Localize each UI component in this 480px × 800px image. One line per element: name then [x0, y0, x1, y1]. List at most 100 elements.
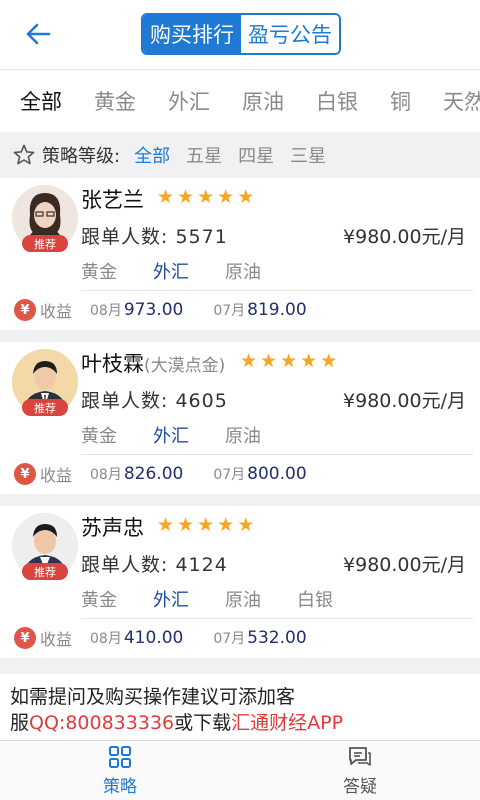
category-label: 外汇: [153, 262, 189, 283]
back-button[interactable]: [18, 16, 58, 52]
star-icon: ★: [217, 186, 235, 208]
strategist-card[interactable]: 推荐 张艺兰 ★ ★ ★ ★ ★ 跟单人数: 5571 ¥980.00元/月 黄金 外汇…: [0, 178, 480, 330]
profit-value: 973.00: [123, 300, 184, 320]
filter-option-three-star[interactable]: 三星: [290, 142, 326, 168]
grid-icon: [109, 745, 131, 768]
rating-stars: ★ ★ ★ ★ ★: [157, 186, 254, 208]
recommend-badge: 推荐: [22, 563, 68, 580]
star-icon: ★: [280, 350, 298, 372]
profit-month: 08月: [90, 303, 122, 319]
divider: [81, 618, 473, 619]
card-separator: [0, 330, 480, 342]
recommend-badge: 推荐: [22, 235, 68, 252]
contact-note: 如需提问及购买操作建议可添加客 服QQ:800833336或下载汇通财经APP: [10, 684, 470, 736]
category-tab-forex[interactable]: 外汇: [168, 86, 210, 116]
strategist-alias: (大漠点金): [144, 356, 226, 376]
tab-purchase-ranking[interactable]: 购买排行: [143, 15, 241, 53]
recommend-badge: 推荐: [22, 399, 68, 416]
profit-label: 收益: [40, 302, 73, 321]
arrow-left-icon: [26, 23, 51, 45]
profit-value: 532.00: [247, 628, 307, 648]
star-icon: ★: [300, 350, 318, 372]
star-icon: ★: [157, 514, 175, 536]
strategist-name: 张艺兰: [81, 188, 144, 212]
chat-icon: [349, 746, 371, 766]
bottom-nav: 策略 答疑: [0, 740, 480, 800]
follower-count: 跟单人数: 5571: [81, 226, 228, 248]
divider: [81, 290, 473, 291]
star-icon: ★: [177, 186, 195, 208]
subscription-price: ¥980.00元/月: [343, 226, 466, 248]
star-icon: ★: [260, 350, 278, 372]
rating-stars: ★ ★ ★ ★ ★: [240, 350, 337, 372]
filter-option-five-star[interactable]: 五星: [186, 142, 222, 168]
star-outline-icon: [13, 144, 35, 165]
card-separator: [0, 658, 480, 674]
category-label: 黄金: [81, 426, 117, 447]
strategist-name: 叶枝霖(大漠点金): [81, 352, 226, 376]
profit-row: ¥ 收益 08月 826.00 07月 800.00: [14, 462, 474, 486]
profit-month: 08月: [90, 631, 122, 647]
profit-value: 800.00: [247, 464, 307, 484]
money-bag-icon: ¥: [14, 463, 36, 485]
star-icon: ★: [237, 186, 255, 208]
star-icon: ★: [217, 514, 235, 536]
nav-label: 策略: [103, 776, 137, 797]
category-tab-crude-oil[interactable]: 原油: [242, 86, 284, 116]
subscription-price: ¥980.00元/月: [343, 390, 466, 412]
category-tabs: 全部 黄金 外汇 原油 白银 铜 天然: [0, 70, 480, 132]
app-link[interactable]: 汇通财经APP: [231, 712, 343, 734]
money-bag-icon: ¥: [14, 299, 36, 321]
profit-value: 819.00: [247, 300, 307, 320]
filter-label: 策略等级:: [42, 146, 121, 167]
strategist-name: 苏声忠: [81, 516, 144, 540]
category-tab-all[interactable]: 全部: [20, 86, 62, 116]
star-icon: ★: [157, 186, 175, 208]
subscription-price: ¥980.00元/月: [343, 554, 466, 576]
star-icon: ★: [177, 514, 195, 536]
profit-value: 826.00: [123, 464, 184, 484]
nav-label: 答疑: [343, 776, 377, 797]
strategist-card[interactable]: 推荐 叶枝霖(大漠点金) ★ ★ ★ ★ ★ 跟单人数: 4605 ¥980.00元/月…: [0, 342, 480, 494]
category-label: 原油: [225, 590, 261, 611]
star-icon: ★: [237, 514, 255, 536]
qq-link[interactable]: QQ:800833336: [29, 712, 174, 734]
follower-count: 跟单人数: 4605: [81, 390, 228, 412]
category-tab-copper[interactable]: 铜: [390, 86, 411, 116]
profit-month: 08月: [90, 467, 122, 483]
profit-month: 07月: [213, 303, 246, 319]
category-tab-silver[interactable]: 白银: [316, 86, 358, 116]
category-label: 原油: [225, 426, 261, 447]
category-label: 外汇: [153, 590, 189, 611]
filter-option-four-star[interactable]: 四星: [238, 142, 274, 168]
star-icon: ★: [240, 350, 258, 372]
category-tab-gold[interactable]: 黄金: [94, 86, 136, 116]
strategy-level-filter: 策略等级: 全部 五星 四星 三星: [0, 132, 480, 178]
top-header: 购买排行 盈亏公告: [0, 0, 480, 70]
nav-qa[interactable]: 答疑: [240, 741, 480, 800]
tab-profit-loss-notice[interactable]: 盈亏公告: [241, 15, 339, 53]
nav-strategy[interactable]: 策略: [0, 741, 240, 800]
strategy-categories: 黄金 外汇 原油: [81, 258, 297, 284]
star-icon: ★: [197, 186, 215, 208]
category-label: 黄金: [81, 262, 117, 283]
money-bag-icon: ¥: [14, 627, 36, 649]
category-tab-natural-gas[interactable]: 天然: [443, 86, 480, 116]
strategist-card[interactable]: 推荐 苏声忠 ★ ★ ★ ★ ★ 跟单人数: 4124 ¥980.00元/月 黄金 外汇…: [0, 506, 480, 658]
category-label: 白银: [297, 590, 333, 611]
divider: [81, 454, 473, 455]
strategy-categories: 黄金 外汇 原油 白银: [81, 586, 369, 612]
filter-option-all[interactable]: 全部: [134, 142, 170, 168]
profit-row: ¥ 收益 08月 410.00 07月 532.00: [14, 626, 474, 650]
note-line-2: 服QQ:800833336或下载汇通财经APP: [10, 712, 344, 734]
profit-label: 收益: [40, 630, 73, 649]
profit-label: 收益: [40, 466, 73, 485]
profit-month: 07月: [213, 467, 246, 483]
note-line-1: 如需提问及购买操作建议可添加客: [10, 686, 296, 708]
star-icon: ★: [197, 514, 215, 536]
follower-count: 跟单人数: 4124: [81, 554, 228, 576]
profit-row: ¥ 收益 08月 973.00 07月 819.00: [14, 298, 474, 322]
profit-month: 07月: [213, 631, 246, 647]
card-separator: [0, 494, 480, 506]
category-label: 原油: [225, 262, 261, 283]
